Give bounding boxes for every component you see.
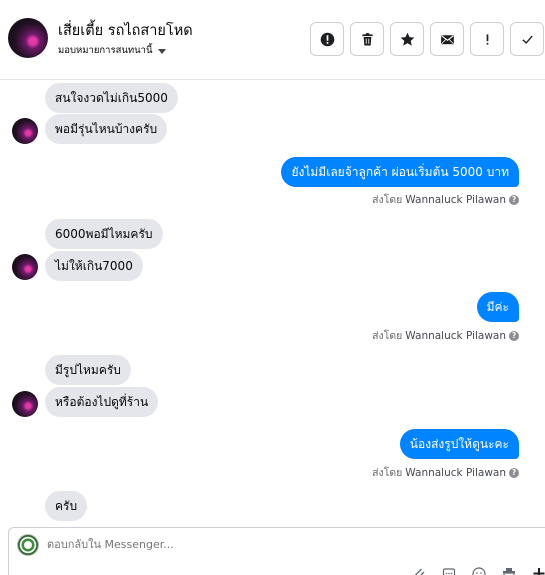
- message-incoming: สนใจงวดไม่เกิน5000: [45, 83, 178, 113]
- message-bubble[interactable]: ไม่ให้เกิน7000: [45, 251, 143, 281]
- contact-avatar-small: [12, 391, 38, 417]
- shop-icon: [503, 568, 515, 575]
- page-avatar: [17, 534, 39, 556]
- trash-icon: [361, 32, 373, 45]
- assign-conversation-label: มอบหมายการสนทนานี้: [58, 45, 153, 56]
- alert-circle-icon: [320, 32, 334, 46]
- message-box-icon: [442, 568, 456, 575]
- contact-avatar[interactable]: [8, 18, 48, 58]
- mark-done-button[interactable]: [510, 22, 544, 56]
- sent-by-label: ส่งโดย Wannaluck Pilawan ?: [372, 464, 519, 481]
- agent-name[interactable]: Wannaluck Pilawan: [405, 330, 506, 342]
- composer-toolbar: [411, 565, 545, 575]
- message-bubble[interactable]: มีรูปไหมครับ: [45, 355, 131, 385]
- reply-input[interactable]: [47, 538, 347, 551]
- message-bubble[interactable]: น้องส่งรูปให้ดูนะคะ: [399, 429, 519, 459]
- envelope-icon: [440, 34, 454, 44]
- saved-reply-icon[interactable]: [441, 565, 457, 575]
- contact-avatar-small: [12, 118, 38, 144]
- sent-by-prefix: ส่งโดย: [372, 467, 403, 479]
- smiley-icon: [472, 567, 486, 575]
- message-incoming: ไม่ให้เกิน7000: [45, 251, 143, 281]
- conversation-toolbar: [310, 22, 544, 56]
- paperclip-icon: [415, 568, 425, 575]
- message-bubble[interactable]: หรือต้องไปดูที่ร้าน: [45, 387, 159, 417]
- contact-avatar-small: [12, 254, 38, 280]
- caret-down-icon: [157, 48, 166, 54]
- add-icon[interactable]: [531, 565, 545, 575]
- sent-by-label: ส่งโดย Wannaluck Pilawan ?: [372, 327, 519, 344]
- delete-button[interactable]: [350, 22, 384, 56]
- message-bubble[interactable]: สนใจงวดไม่เกิน5000: [45, 83, 178, 113]
- message-thread[interactable]: สนใจงวดไม่เกิน5000 พอมีรุ่นไหนบ้างครับ ย…: [0, 81, 545, 521]
- message-bubble[interactable]: พอมีรุ่นไหนบ้างครับ: [45, 114, 168, 144]
- message-outgoing: น้องส่งรูปให้ดูนะคะ: [399, 429, 519, 459]
- message-bubble[interactable]: มีค่ะ: [476, 292, 519, 322]
- sent-by-label: ส่งโดย Wannaluck Pilawan ?: [372, 191, 519, 208]
- sent-by-prefix: ส่งโดย: [372, 194, 403, 206]
- plus-icon: [533, 568, 545, 575]
- help-icon[interactable]: ?: [509, 467, 519, 478]
- mark-unread-button[interactable]: [430, 22, 464, 56]
- message-incoming: 6000พอมีไหมครับ: [45, 219, 163, 249]
- message-incoming: ครับ: [45, 491, 88, 521]
- message-bubble[interactable]: ยังไม่มีเลยจ้าลูกค้า ผ่อนเริ่มต้น 5000 บ…: [281, 157, 519, 187]
- store-icon[interactable]: [501, 565, 517, 575]
- agent-name[interactable]: Wannaluck Pilawan: [405, 467, 506, 479]
- message-incoming: มีรูปไหมครับ: [45, 355, 131, 385]
- message-outgoing: ยังไม่มีเลยจ้าลูกค้า ผ่อนเริ่มต้น 5000 บ…: [281, 157, 519, 187]
- message-bubble[interactable]: 6000พอมีไหมครับ: [45, 219, 163, 249]
- star-button[interactable]: [390, 22, 424, 56]
- assign-conversation-dropdown[interactable]: มอบหมายการสนทนานี้: [58, 43, 166, 58]
- reply-composer: [8, 527, 545, 575]
- star-icon: [400, 32, 414, 46]
- agent-name[interactable]: Wannaluck Pilawan: [405, 194, 506, 206]
- conversation-header: เสี่ยเตี้ย รถไถสายโหด มอบหมายการสนทนานี้: [0, 0, 545, 80]
- message-outgoing: มีค่ะ: [476, 292, 519, 322]
- report-button[interactable]: [310, 22, 344, 56]
- attachment-icon[interactable]: [411, 565, 427, 575]
- contact-name[interactable]: เสี่ยเตี้ย รถไถสายโหด: [58, 19, 193, 42]
- emoji-icon[interactable]: [471, 565, 487, 575]
- spam-button[interactable]: [470, 22, 504, 56]
- message-incoming: หรือต้องไปดูที่ร้าน: [45, 387, 159, 417]
- check-icon: [521, 35, 533, 44]
- exclamation-icon: [486, 33, 488, 45]
- sent-by-prefix: ส่งโดย: [372, 330, 403, 342]
- message-bubble[interactable]: ครับ: [45, 491, 88, 521]
- message-incoming: พอมีรุ่นไหนบ้างครับ: [45, 114, 168, 144]
- help-icon[interactable]: ?: [509, 194, 519, 205]
- help-icon[interactable]: ?: [509, 330, 519, 341]
